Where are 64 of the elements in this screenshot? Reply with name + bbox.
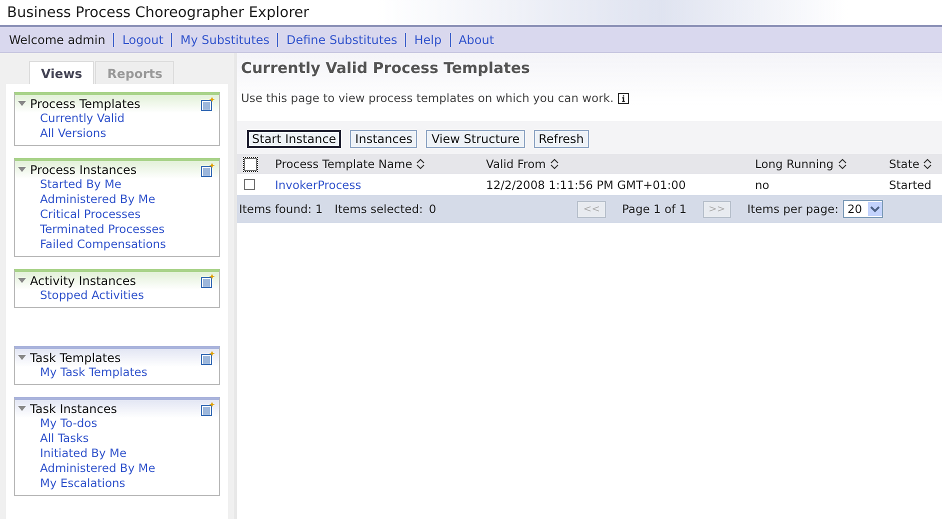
edit-list-icon[interactable] [201, 163, 215, 177]
table-cell-text: no [755, 178, 770, 192]
items-selected-label: Items selected: [334, 202, 423, 216]
nav-link[interactable]: My Substitutes [180, 32, 270, 46]
items-found-text: Items found: 1 [239, 202, 323, 216]
nav-link[interactable]: Help [414, 32, 442, 46]
edit-list-icon[interactable] [201, 351, 215, 365]
row-checkbox[interactable] [244, 179, 255, 190]
sort-icon[interactable] [416, 158, 426, 170]
view-link[interactable]: My Escalations [40, 476, 219, 490]
section-title: Process Templates [30, 97, 142, 111]
view-link[interactable]: Started By Me [40, 177, 219, 191]
toolbar-button[interactable]: Refresh [534, 130, 589, 148]
info-icon[interactable] [618, 92, 629, 104]
toolbar-button[interactable]: Instances [350, 130, 418, 148]
view-link[interactable]: Administered By Me [40, 461, 219, 475]
select-all-checkbox[interactable] [244, 158, 257, 170]
view-link[interactable]: Critical Processes [40, 207, 219, 221]
column-header[interactable]: Long Running [755, 157, 834, 171]
section-title: Activity Instances [30, 274, 137, 288]
view-link[interactable]: All Tasks [40, 431, 219, 445]
view-link[interactable]: Currently Valid [40, 111, 219, 125]
collapse-icon[interactable] [18, 278, 26, 284]
collapse-icon[interactable] [18, 167, 26, 173]
view-link[interactable]: Terminated Processes [40, 222, 219, 236]
items-per-page-label: Items per page: [747, 202, 838, 216]
sort-icon[interactable] [838, 158, 847, 170]
sort-icon[interactable] [923, 158, 932, 170]
template-link[interactable]: InvokerProcess [275, 178, 362, 192]
nav-link[interactable]: Define Substitutes [286, 32, 398, 46]
section-title: Task Instances [30, 402, 118, 416]
view-link[interactable]: Failed Compensations [40, 237, 219, 251]
nav-link[interactable]: Logout [122, 32, 164, 46]
column-header[interactable]: Process Template Name [275, 157, 412, 171]
column-header[interactable]: State [889, 157, 920, 171]
window-title: Business Process Choreographer Explorer [0, 0, 942, 27]
view-link[interactable]: Administered By Me [40, 192, 219, 206]
toolbar-button[interactable]: Start Instance [247, 130, 342, 148]
items-per-page-dropdown[interactable]: 20 [843, 200, 884, 218]
toolbar-button[interactable]: View Structure [426, 130, 525, 148]
tab[interactable]: Views [29, 61, 94, 84]
page-indicator: Page 1 of 1 [622, 202, 687, 216]
view-link[interactable]: All Versions [40, 126, 219, 140]
table-cell-text: Started [889, 178, 932, 192]
section-title: Task Templates [30, 351, 122, 365]
column-header[interactable]: Valid From [486, 157, 546, 171]
edit-list-icon[interactable] [201, 97, 215, 111]
collapse-icon[interactable] [18, 101, 26, 107]
nav-link[interactable]: About [458, 32, 494, 46]
edit-list-icon[interactable] [201, 402, 215, 416]
view-link[interactable]: Stopped Activities [40, 288, 219, 302]
collapse-icon[interactable] [18, 406, 26, 412]
page-title: Currently Valid Process Templates [241, 59, 531, 77]
section-title: Process Instances [30, 163, 138, 177]
view-link[interactable]: Initiated By Me [40, 446, 219, 460]
table-cell-text: 12/2/2008 1:11:56 PM GMT+01:00 [486, 178, 687, 192]
edit-list-icon[interactable] [201, 274, 215, 288]
view-link[interactable]: My To-dos [40, 416, 219, 430]
items-selected-count: 0 [428, 202, 436, 216]
page-description: Use this page to view process templates on which you can work. [241, 91, 614, 105]
collapse-icon[interactable] [18, 355, 26, 361]
view-link[interactable]: My Task Templates [40, 365, 219, 379]
sort-icon[interactable] [550, 158, 559, 170]
welcome-text: Welcome admin [9, 32, 106, 46]
